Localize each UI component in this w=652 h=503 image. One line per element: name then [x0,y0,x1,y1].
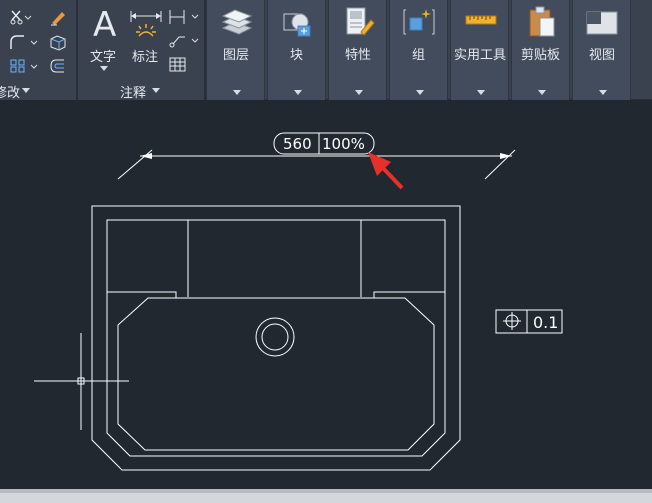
dimension-icon [130,11,162,37]
properties-caret [355,90,363,95]
group-label: 组 [412,48,426,63]
utilities-caret [477,90,485,95]
scrollbar-track[interactable] [0,493,652,503]
group-caret [416,90,424,95]
utilities-button[interactable]: 实用工具 [450,0,509,100]
modify-panel: 修改 [0,0,76,101]
modify-panel-title[interactable]: 修改 [0,82,20,101]
drain-inner-circle [261,323,289,351]
position-symbol-cross [503,312,521,330]
properties-label: 特性 [345,48,372,63]
dimension-tool-label: 标注 [132,50,159,65]
bowl-outline [117,297,435,451]
text-caret [100,66,108,71]
annotation-panel: A 文字 标注 注释 [78,0,204,101]
properties-button[interactable]: 特性 [328,0,387,100]
properties-icon [346,7,375,36]
clipboard-caret [538,90,546,95]
fillet-icon[interactable] [8,33,38,51]
modify-expand-caret[interactable] [22,88,30,93]
crosshair-cursor [34,333,129,430]
dimension-value-text[interactable]: 560 [283,135,312,153]
layers-caret [233,90,241,95]
utilities-label: 实用工具 [454,48,507,63]
basin-inner-outline [106,219,446,457]
clipboard-button[interactable]: 剪贴板 [511,0,570,100]
block-button[interactable]: 块 [267,0,326,100]
view-icon [586,11,618,35]
annotation-panel-title[interactable]: 注释 [120,82,146,101]
basin-outer-outline [91,205,461,471]
view-caret [599,90,607,95]
partition-lines [187,220,362,297]
text-a-icon: A [93,6,116,40]
dimension-tool[interactable]: 标注 [126,2,166,76]
ledge-lines [107,291,445,298]
block-icon [283,13,311,37]
linear-dim-icon[interactable] [168,8,202,26]
layers-icon [221,9,253,35]
layers-button[interactable]: 图层 [206,0,265,100]
drawing-svg: 560 100% 0.1 [34,132,563,471]
dimension-scale-text[interactable]: 100% [322,135,365,153]
tolerance-value-text: 0.1 [533,313,558,332]
horizontal-scrollbar[interactable] [0,489,652,503]
offset-icon[interactable] [48,57,68,75]
view-button[interactable]: 视图 [572,0,631,100]
view-label: 视图 [589,48,616,63]
leader-icon[interactable] [168,32,202,50]
group-button[interactable]: 组 [389,0,448,100]
ribbon: 修改 A 文字 标注 注释 图层 块 特性 组 实用工具 剪贴板 视图 [0,0,652,101]
measure-ruler-icon [465,15,497,25]
3d-box-icon[interactable] [48,33,68,51]
clipboard-icon [529,6,555,37]
text-tool-label: 文字 [90,50,117,65]
red-pointer-arrow [381,166,404,190]
annotation-expand-caret[interactable] [152,88,160,93]
text-tool[interactable]: A 文字 [86,2,126,76]
array-icon[interactable] [8,57,38,75]
layers-label: 图层 [223,48,250,63]
block-caret [294,90,302,95]
clipboard-label: 剪贴板 [521,48,561,63]
trim-icon[interactable] [8,8,32,26]
drawing-canvas[interactable]: 560 100% 0.1 [0,101,652,489]
erase-icon[interactable] [48,8,68,26]
table-icon[interactable] [168,56,188,74]
group-icon [403,9,435,35]
svg-text:A: A [93,6,116,40]
block-label: 块 [290,48,304,63]
